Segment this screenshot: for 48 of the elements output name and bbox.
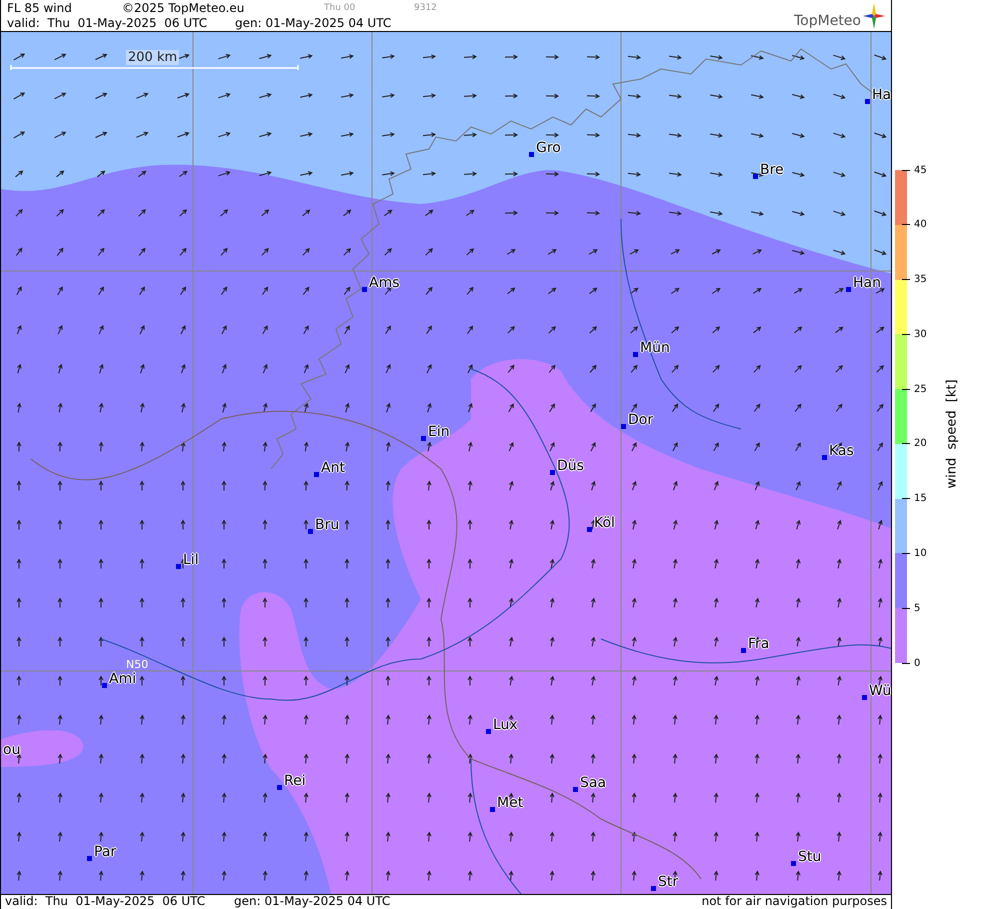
city-label: Köl bbox=[594, 516, 615, 531]
city-label: Fra bbox=[748, 637, 770, 652]
scale-tick-label: 40 bbox=[914, 219, 927, 230]
city-label: Bre bbox=[760, 163, 784, 178]
scale-label: 200 km bbox=[126, 50, 180, 65]
city-label: Lil bbox=[183, 553, 199, 568]
city-label: Ami bbox=[109, 672, 136, 687]
city-label: Saa bbox=[580, 776, 606, 791]
generated-time: gen: 01-May-2025 04 UTC bbox=[234, 895, 392, 909]
city-label: Stu bbox=[798, 850, 822, 865]
city-label: Gro bbox=[536, 141, 561, 156]
legend-title: wind speed [kt] bbox=[944, 379, 960, 489]
city-label: Met bbox=[497, 796, 524, 811]
city-label: Dor bbox=[628, 413, 654, 428]
generated-time: gen: 01-May-2025 04 UTC bbox=[235, 16, 392, 31]
city-label: ou bbox=[3, 743, 20, 758]
city-label: Str bbox=[658, 875, 678, 890]
city-label: Wü bbox=[869, 684, 891, 699]
city-label: Ein bbox=[428, 425, 450, 440]
scale-tick-label: 20 bbox=[914, 438, 927, 450]
city-label: Düs bbox=[557, 459, 584, 474]
valid-time: valid: Thu 01-May-2025 06 UTC bbox=[5, 895, 206, 909]
disclaimer-text: not for air navigation purposes bbox=[702, 895, 887, 909]
city-label: Kas bbox=[829, 444, 854, 459]
logo-text: TopMeteo bbox=[794, 13, 861, 29]
scale-tick-label: 30 bbox=[914, 328, 927, 340]
latitude-label: N50 bbox=[126, 658, 148, 671]
scale-tick-label: 5 bbox=[914, 602, 920, 614]
city-label: Bru bbox=[315, 518, 340, 533]
scale-tick-label: 0 bbox=[914, 658, 920, 668]
code-label: 9312 bbox=[414, 2, 437, 15]
city-label: Par bbox=[94, 845, 116, 860]
scale-tick-label: 45 bbox=[914, 164, 927, 176]
scale-tick-label: 15 bbox=[914, 493, 927, 504]
scale-tick-label: 10 bbox=[914, 548, 927, 559]
compass-star-icon bbox=[863, 3, 885, 29]
city-label: Ams bbox=[369, 276, 400, 291]
city-label: Ant bbox=[321, 461, 345, 476]
city-label: Mün bbox=[640, 341, 670, 356]
city-label: Rei bbox=[284, 774, 306, 789]
run-label: Thu 00 bbox=[324, 2, 356, 15]
valid-time: valid: Thu 01-May-2025 06 UTC bbox=[7, 16, 208, 31]
map-title: FL 85 wind bbox=[7, 1, 73, 16]
city-label: Han bbox=[853, 276, 881, 291]
city-label: Lux bbox=[493, 718, 518, 733]
scale-tick-label: 35 bbox=[914, 274, 927, 286]
scale-tick-label: 25 bbox=[914, 384, 927, 395]
copyright-text: ©2025 TopMeteo.eu bbox=[122, 1, 246, 16]
